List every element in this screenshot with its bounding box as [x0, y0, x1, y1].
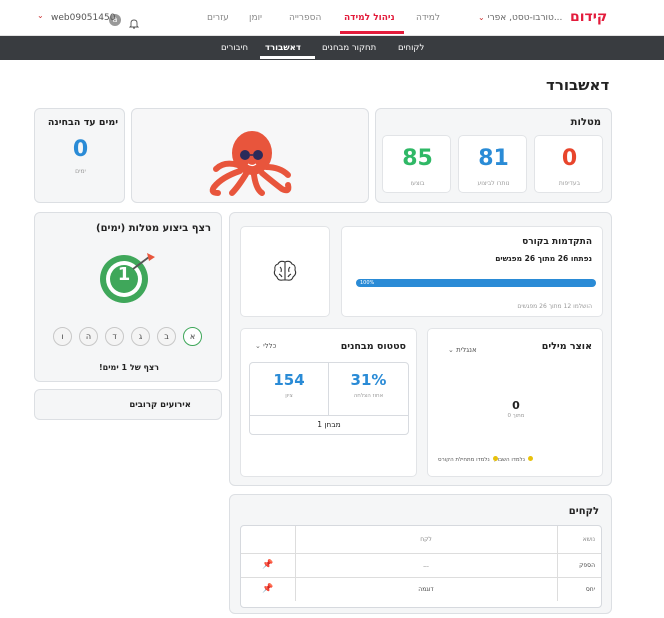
task-remaining-value: 81: [478, 146, 509, 171]
nav-learning[interactable]: למידה: [416, 13, 440, 23]
vocab-count-label: מתוך 0: [507, 413, 525, 419]
days-to-exam-value: 0: [72, 137, 89, 162]
app-logo[interactable]: קידום: [570, 9, 607, 25]
vocabulary-card: אוצר מילים אנגלית ⌄ 0 מתוך 0 נלמדו השבוע…: [427, 328, 603, 477]
days-to-exam-unit: ימים: [75, 168, 86, 175]
page-title: דאשבורד: [546, 76, 610, 94]
nav-calendar[interactable]: יומן: [249, 13, 262, 23]
row-topic: הספק: [579, 561, 595, 569]
top-bar: קידום ⌄ טורבו-טסט, אפרי... למידה ניהול ל…: [0, 0, 664, 36]
nav-active-underline: [340, 31, 404, 34]
row-lesson: ...: [294, 553, 558, 577]
task-priority[interactable]: 0 בעדיפות: [534, 135, 603, 193]
task-priority-label: בעדיפות: [558, 180, 581, 187]
day-circle-c: ג: [131, 327, 150, 346]
row-topic: יחס: [585, 585, 595, 593]
day-circle-e: ה: [79, 327, 98, 346]
table-header-row: נושא לקח: [241, 526, 601, 553]
overview-panel: התקדמות בקורס נפתחו 26 מתוך 26 מפגשים 10…: [229, 212, 612, 486]
username: web09051450: [51, 13, 116, 23]
lessons-title: לקחים: [568, 506, 599, 517]
day-circle-a: א: [183, 327, 202, 346]
exam-filter-select[interactable]: כללי ⌄: [255, 342, 276, 350]
exam-status-title: סטטוס מבחנים: [340, 341, 406, 352]
tab-connections[interactable]: חיבורים: [221, 43, 248, 53]
legend-dot: [492, 456, 498, 461]
streak-caption: רצף של 1 ימים!: [98, 363, 159, 372]
task-priority-value: 0: [561, 146, 578, 171]
tasks-card: מטלות 0 בעדיפות 81 נותרו לביצוע 85 בוצעו: [375, 108, 612, 203]
progress-bar: 100%: [356, 279, 596, 287]
task-done[interactable]: 85 בוצעו: [382, 135, 451, 193]
lessons-card: לקחים נושא לקח הספק ... 📌 יחס דוגמה 📌: [229, 494, 612, 614]
octopus-mascot-icon: [202, 119, 302, 199]
lessons-table: נושא לקח הספק ... 📌 יחס דוגמה 📌: [240, 525, 602, 608]
column-header-lesson: לקח: [294, 526, 558, 553]
pin-icon[interactable]: 📌: [262, 584, 273, 594]
chevron-down-icon: ⌄: [478, 13, 485, 22]
legend-dot: [527, 456, 533, 461]
day-circle-f: ו: [53, 327, 72, 346]
day-circle-d: ד: [105, 327, 124, 346]
exam-success-value: 31%: [350, 371, 387, 389]
nav-tools[interactable]: עזרים: [207, 13, 229, 23]
column-header-topic: נושא: [582, 535, 595, 543]
task-remaining-label: נותרו לביצוע: [477, 180, 510, 187]
task-remaining[interactable]: 81 נותרו לביצוע: [458, 135, 527, 193]
tab-exam-review[interactable]: תחקור מבחנים: [322, 43, 376, 53]
table-row[interactable]: יחס דוגמה 📌: [241, 577, 601, 601]
vocab-language-select[interactable]: אנגלית ⌄: [448, 346, 477, 354]
events-title: אירועים קרובים: [129, 400, 191, 410]
exam-grade-value: 154: [273, 371, 305, 389]
task-done-label: בוצעו: [410, 180, 425, 187]
course-progress-card: התקדמות בקורס נפתחו 26 מתוך 26 מפגשים 10…: [341, 226, 603, 317]
tasks-title: מטלות: [570, 117, 601, 128]
days-to-exam-card: ימים עד הבחינה 0 ימים: [34, 108, 125, 203]
streak-card: רצף ביצוע מטלות (ימים) 1 א ב ג ד ה ו רצף…: [34, 212, 222, 382]
school-select[interactable]: ⌄ טורבו-טסט, אפרי...: [478, 13, 562, 23]
brain-card: [240, 226, 330, 317]
progress-title: התקדמות בקורס: [522, 237, 592, 247]
chevron-down-icon: ⌄: [255, 342, 261, 350]
progress-subtitle: נפתחו 26 מתוך 26 מפגשים: [495, 254, 592, 263]
vocab-count: 0: [512, 399, 520, 412]
tab-lessons[interactable]: לקוחים: [398, 43, 424, 53]
tab-active-underline: [260, 56, 315, 59]
brain-icon: [272, 259, 298, 287]
exam-stats-hline: [250, 415, 408, 416]
exam-stats-box: 31% אחוז הצלחה 154 ציון מבחן 1: [249, 362, 409, 435]
days-to-exam-title: ימים עד הבחינה: [47, 117, 118, 128]
lessons-table-grid: נושא לקח הספק ... 📌 יחס דוגמה 📌: [241, 526, 601, 601]
legend-week: נלמדו השבוע: [494, 456, 533, 463]
task-done-value: 85: [402, 146, 433, 171]
chevron-down-icon[interactable]: ⌄: [37, 11, 44, 20]
nav-library[interactable]: הספרייה: [289, 13, 321, 23]
table-row[interactable]: הספק ... 📌: [241, 553, 601, 577]
streak-count: 1: [117, 264, 131, 285]
chevron-down-icon: ⌄: [448, 346, 454, 354]
bell-icon[interactable]: [128, 14, 140, 29]
exam-footer: מבחן 1: [317, 420, 341, 429]
exam-success-label: אחוז הצלחה: [353, 393, 384, 399]
streak-title: רצף ביצוע מטלות (ימים): [96, 223, 211, 234]
exam-grade-label: ציון: [285, 393, 293, 399]
legend-course: נלמדו מתחילת הקורס: [438, 456, 498, 463]
progress-percent: 100%: [360, 280, 375, 286]
mascot-card: [131, 108, 369, 203]
progress-footer: הושלמו 12 מתוך 26 מפגשים: [517, 303, 592, 310]
pin-icon[interactable]: 📌: [262, 560, 273, 570]
exam-status-card: סטטוס מבחנים כללי ⌄ 31% אחוז הצלחה 154 צ…: [240, 328, 417, 477]
day-circle-b: ב: [157, 327, 176, 346]
progress-bar-fill: 100%: [356, 279, 596, 287]
sub-navigation: לקוחים תחקור מבחנים דאשבורד חיבורים: [0, 36, 664, 60]
nav-learning-management[interactable]: ניהול למידה: [344, 13, 395, 23]
events-card[interactable]: אירועים קרובים: [34, 389, 222, 420]
vocab-title: אוצר מילים: [541, 341, 592, 352]
target-icon: 1: [97, 249, 161, 305]
row-lesson: דוגמה: [294, 577, 558, 601]
tab-dashboard[interactable]: דאשבורד: [265, 43, 301, 53]
